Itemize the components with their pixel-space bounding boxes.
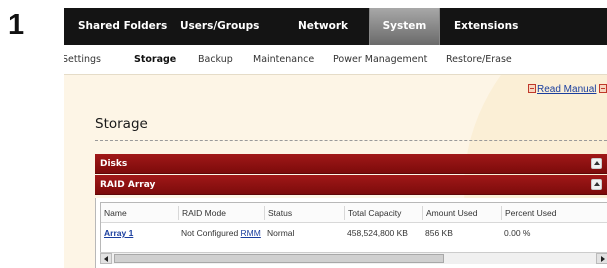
nav-extensions[interactable]: Extensions <box>454 8 518 45</box>
subnav-storage[interactable]: Storage <box>134 45 176 75</box>
title-divider <box>95 140 607 141</box>
raid-panel-header[interactable]: RAID Array <box>95 175 607 195</box>
nav-network[interactable]: Network <box>298 8 348 45</box>
step-number: 1 <box>8 9 25 41</box>
nas-admin-window: Shared Folders Users/Groups Network Syst… <box>64 8 607 268</box>
column-header-name[interactable]: Name <box>101 206 127 220</box>
subnav-power-management[interactable]: Power Management <box>333 45 427 75</box>
disks-panel-header[interactable]: Disks <box>95 154 607 174</box>
scrollbar-thumb[interactable] <box>114 254 444 263</box>
subnav-settings[interactable]: Settings <box>64 45 101 75</box>
column-header-percent-used[interactable]: Percent Used <box>501 206 557 220</box>
popup-icon[interactable] <box>599 84 607 93</box>
column-header-amount-used[interactable]: Amount Used <box>422 206 478 220</box>
disks-panel-title: Disks <box>100 159 128 169</box>
scroll-left-icon[interactable] <box>100 253 112 264</box>
raid-mode-cell: Not Configured RMM <box>178 226 261 240</box>
raid-mode-value: Not Configured <box>181 228 239 238</box>
nav-shared-folders[interactable]: Shared Folders <box>78 8 167 45</box>
nav-users-groups[interactable]: Users/Groups <box>180 8 259 45</box>
subnav-maintenance[interactable]: Maintenance <box>253 45 314 75</box>
total-capacity-cell: 458,524,800 KB <box>347 228 408 238</box>
raid-panel-title: RAID Array <box>100 180 156 190</box>
help-links: Read Manual <box>528 84 607 95</box>
amount-used-cell: 856 KB <box>425 228 453 238</box>
page-title: Storage <box>95 116 148 132</box>
subnav-backup[interactable]: Backup <box>198 45 233 75</box>
column-header-total-capacity[interactable]: Total Capacity <box>344 206 401 220</box>
status-cell: Normal <box>267 228 295 238</box>
sub-navigation: Settings Storage Backup Maintenance Powe… <box>64 45 607 75</box>
top-navigation: Shared Folders Users/Groups Network Syst… <box>64 8 607 45</box>
nav-system[interactable]: System <box>369 8 440 45</box>
percent-used-cell: 0.00 % <box>504 228 531 238</box>
rmm-link[interactable]: RMM <box>241 228 261 238</box>
column-header-status[interactable]: Status <box>264 206 292 220</box>
scroll-right-icon[interactable] <box>596 253 607 264</box>
raid-panel-body: Name RAID Mode Status Total Capacity Amo… <box>95 198 607 268</box>
collapse-up-icon[interactable] <box>591 158 602 169</box>
collapse-up-icon[interactable] <box>591 179 602 190</box>
horizontal-scrollbar[interactable] <box>100 252 607 264</box>
print-manual-icon[interactable] <box>528 84 536 93</box>
table-header-row: Name RAID Mode Status Total Capacity Amo… <box>101 203 607 223</box>
raid-table: Name RAID Mode Status Total Capacity Amo… <box>100 202 607 257</box>
read-manual-link[interactable]: Read Manual <box>537 84 596 95</box>
subnav-restore-erase[interactable]: Restore/Erase <box>446 45 512 75</box>
column-header-raid-mode[interactable]: RAID Mode <box>178 206 226 220</box>
array-name-link[interactable]: Array 1 <box>101 226 133 240</box>
